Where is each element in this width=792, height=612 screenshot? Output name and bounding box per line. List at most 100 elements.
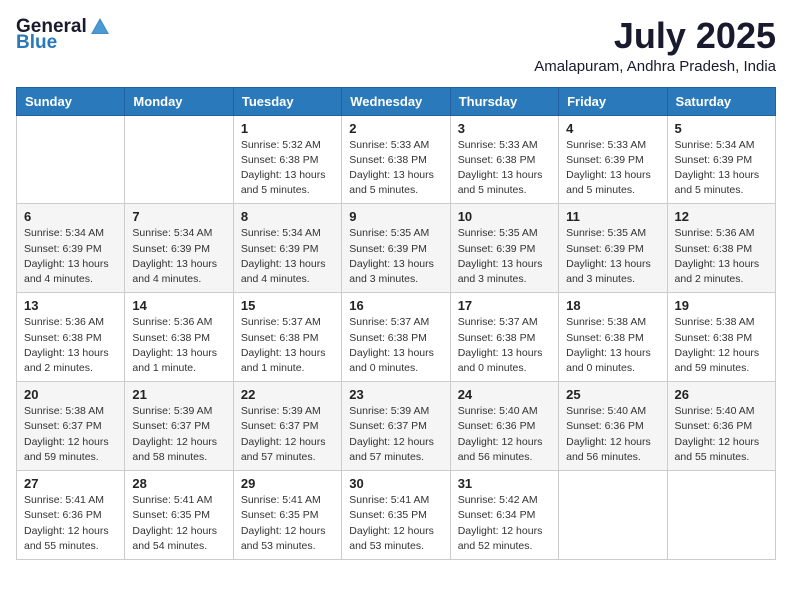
day-info: Sunrise: 5:37 AM Sunset: 6:38 PM Dayligh… (458, 315, 551, 376)
day-info: Sunrise: 5:42 AM Sunset: 6:34 PM Dayligh… (458, 493, 551, 554)
day-info: Sunrise: 5:37 AM Sunset: 6:38 PM Dayligh… (349, 315, 442, 376)
day-info: Sunrise: 5:38 AM Sunset: 6:38 PM Dayligh… (566, 315, 659, 376)
day-number: 8 (241, 209, 334, 224)
calendar-cell: 22 Sunrise: 5:39 AM Sunset: 6:37 PM Dayli… (233, 382, 341, 471)
day-info: Sunrise: 5:34 AM Sunset: 6:39 PM Dayligh… (241, 226, 334, 287)
day-number: 27 (24, 476, 117, 491)
calendar-cell: 26Sunrise: 5:40 AM Sunset: 6:36 PM Dayli… (667, 382, 775, 471)
day-info: Sunrise: 5:40 AM Sunset: 6:36 PM Dayligh… (458, 404, 551, 465)
day-number: 12 (675, 209, 768, 224)
calendar-cell (667, 471, 775, 560)
day-number: 9 (349, 209, 442, 224)
calendar-cell: 28Sunrise: 5:41 AM Sunset: 6:35 PM Dayli… (125, 471, 233, 560)
calendar-cell: 1Sunrise: 5:32 AM Sunset: 6:38 PM Daylig… (233, 115, 341, 204)
title-block: July 2025 Amalapuram, Andhra Pradesh, In… (534, 16, 776, 75)
day-number: 14 (132, 298, 225, 313)
calendar-cell: 6 Sunrise: 5:34 AM Sunset: 6:39 PM Daylig… (17, 204, 125, 293)
day-number: 5 (675, 121, 768, 136)
day-number: 11 (566, 209, 659, 224)
day-number: 10 (458, 209, 551, 224)
day-info: Sunrise: 5:39 AM Sunset: 6:37 PM Dayligh… (241, 404, 334, 465)
day-info: Sunrise: 5:34 AM Sunset: 6:39 PM Dayligh… (675, 138, 768, 199)
day-info: Sunrise: 5:38 AM Sunset: 6:37 PM Dayligh… (24, 404, 117, 465)
calendar-cell: 24Sunrise: 5:40 AM Sunset: 6:36 PM Dayli… (450, 382, 558, 471)
day-info: Sunrise: 5:36 AM Sunset: 6:38 PM Dayligh… (675, 226, 768, 287)
day-info: Sunrise: 5:38 AM Sunset: 6:38 PM Dayligh… (675, 315, 768, 376)
calendar-cell: 7Sunrise: 5:34 AM Sunset: 6:39 PM Daylig… (125, 204, 233, 293)
day-info: Sunrise: 5:34 AM Sunset: 6:39 PM Dayligh… (132, 226, 225, 287)
calendar-header-row: Sunday Monday Tuesday Wednesday Thursday… (17, 87, 776, 115)
day-info: Sunrise: 5:36 AM Sunset: 6:38 PM Dayligh… (132, 315, 225, 376)
day-number: 22 (241, 387, 334, 402)
calendar-cell: 17Sunrise: 5:37 AM Sunset: 6:38 PM Dayli… (450, 293, 558, 382)
day-number: 30 (349, 476, 442, 491)
calendar-cell: 10 Sunrise: 5:35 AM Sunset: 6:39 PM Dayli… (450, 204, 558, 293)
col-monday: Monday (125, 87, 233, 115)
calendar-cell: 3Sunrise: 5:33 AM Sunset: 6:38 PM Daylig… (450, 115, 558, 204)
calendar-cell (125, 115, 233, 204)
day-number: 29 (241, 476, 334, 491)
day-info: Sunrise: 5:33 AM Sunset: 6:39 PM Dayligh… (566, 138, 659, 199)
calendar-cell: 29 Sunrise: 5:41 AM Sunset: 6:35 PM Dayli… (233, 471, 341, 560)
day-number: 1 (241, 121, 334, 136)
calendar-cell: 20Sunrise: 5:38 AM Sunset: 6:37 PM Dayli… (17, 382, 125, 471)
calendar-cell: 15 Sunrise: 5:37 AM Sunset: 6:38 PM Dayli… (233, 293, 341, 382)
calendar-cell: 18 Sunrise: 5:38 AM Sunset: 6:38 PM Dayli… (559, 293, 667, 382)
day-info: Sunrise: 5:41 AM Sunset: 6:35 PM Dayligh… (241, 493, 334, 554)
day-info: Sunrise: 5:39 AM Sunset: 6:37 PM Dayligh… (132, 404, 225, 465)
calendar-cell: 21 Sunrise: 5:39 AM Sunset: 6:37 PM Dayli… (125, 382, 233, 471)
day-info: Sunrise: 5:34 AM Sunset: 6:39 PM Dayligh… (24, 226, 117, 287)
logo: General Blue (16, 16, 111, 54)
day-info: Sunrise: 5:33 AM Sunset: 6:38 PM Dayligh… (458, 138, 551, 199)
col-wednesday: Wednesday (342, 87, 450, 115)
calendar-cell (17, 115, 125, 204)
day-info: Sunrise: 5:33 AM Sunset: 6:38 PM Dayligh… (349, 138, 442, 199)
calendar-cell: 30 Sunrise: 5:41 AM Sunset: 6:35 PM Dayli… (342, 471, 450, 560)
day-number: 2 (349, 121, 442, 136)
calendar-table: Sunday Monday Tuesday Wednesday Thursday… (16, 87, 776, 560)
day-number: 31 (458, 476, 551, 491)
day-number: 16 (349, 298, 442, 313)
day-info: Sunrise: 5:41 AM Sunset: 6:35 PM Dayligh… (349, 493, 442, 554)
calendar-cell: 2 Sunrise: 5:33 AM Sunset: 6:38 PM Daylig… (342, 115, 450, 204)
col-thursday: Thursday (450, 87, 558, 115)
page-header: General Blue July 2025 Amalapuram, Andhr… (16, 16, 776, 75)
calendar-cell: 31 Sunrise: 5:42 AM Sunset: 6:34 PM Dayli… (450, 471, 558, 560)
logo-icon (89, 16, 111, 38)
day-number: 6 (24, 209, 117, 224)
calendar-cell: 9 Sunrise: 5:35 AM Sunset: 6:39 PM Daylig… (342, 204, 450, 293)
location-title: Amalapuram, Andhra Pradesh, India (534, 58, 776, 75)
calendar-cell: 13 Sunrise: 5:36 AM Sunset: 6:38 PM Dayli… (17, 293, 125, 382)
calendar-week-row: 20Sunrise: 5:38 AM Sunset: 6:37 PM Dayli… (17, 382, 776, 471)
day-number: 19 (675, 298, 768, 313)
calendar-cell: 11 Sunrise: 5:35 AM Sunset: 6:39 PM Dayli… (559, 204, 667, 293)
calendar-cell: 4 Sunrise: 5:33 AM Sunset: 6:39 PM Daylig… (559, 115, 667, 204)
calendar-cell (559, 471, 667, 560)
day-info: Sunrise: 5:41 AM Sunset: 6:36 PM Dayligh… (24, 493, 117, 554)
day-number: 15 (241, 298, 334, 313)
calendar-cell: 14 Sunrise: 5:36 AM Sunset: 6:38 PM Dayli… (125, 293, 233, 382)
day-info: Sunrise: 5:35 AM Sunset: 6:39 PM Dayligh… (458, 226, 551, 287)
day-number: 21 (132, 387, 225, 402)
day-info: Sunrise: 5:36 AM Sunset: 6:38 PM Dayligh… (24, 315, 117, 376)
calendar-week-row: 13 Sunrise: 5:36 AM Sunset: 6:38 PM Dayli… (17, 293, 776, 382)
day-number: 4 (566, 121, 659, 136)
calendar-cell: 12 Sunrise: 5:36 AM Sunset: 6:38 PM Dayli… (667, 204, 775, 293)
col-tuesday: Tuesday (233, 87, 341, 115)
calendar-week-row: 6 Sunrise: 5:34 AM Sunset: 6:39 PM Daylig… (17, 204, 776, 293)
calendar-cell: 27 Sunrise: 5:41 AM Sunset: 6:36 PM Dayli… (17, 471, 125, 560)
day-number: 13 (24, 298, 117, 313)
day-info: Sunrise: 5:35 AM Sunset: 6:39 PM Dayligh… (566, 226, 659, 287)
logo-blue: Blue (16, 32, 57, 54)
day-number: 18 (566, 298, 659, 313)
col-saturday: Saturday (667, 87, 775, 115)
day-info: Sunrise: 5:39 AM Sunset: 6:37 PM Dayligh… (349, 404, 442, 465)
calendar-cell: 8 Sunrise: 5:34 AM Sunset: 6:39 PM Daylig… (233, 204, 341, 293)
day-info: Sunrise: 5:40 AM Sunset: 6:36 PM Dayligh… (566, 404, 659, 465)
col-sunday: Sunday (17, 87, 125, 115)
calendar-week-row: 1Sunrise: 5:32 AM Sunset: 6:38 PM Daylig… (17, 115, 776, 204)
calendar-week-row: 27 Sunrise: 5:41 AM Sunset: 6:36 PM Dayli… (17, 471, 776, 560)
calendar-cell: 19 Sunrise: 5:38 AM Sunset: 6:38 PM Dayli… (667, 293, 775, 382)
day-info: Sunrise: 5:37 AM Sunset: 6:38 PM Dayligh… (241, 315, 334, 376)
day-info: Sunrise: 5:35 AM Sunset: 6:39 PM Dayligh… (349, 226, 442, 287)
